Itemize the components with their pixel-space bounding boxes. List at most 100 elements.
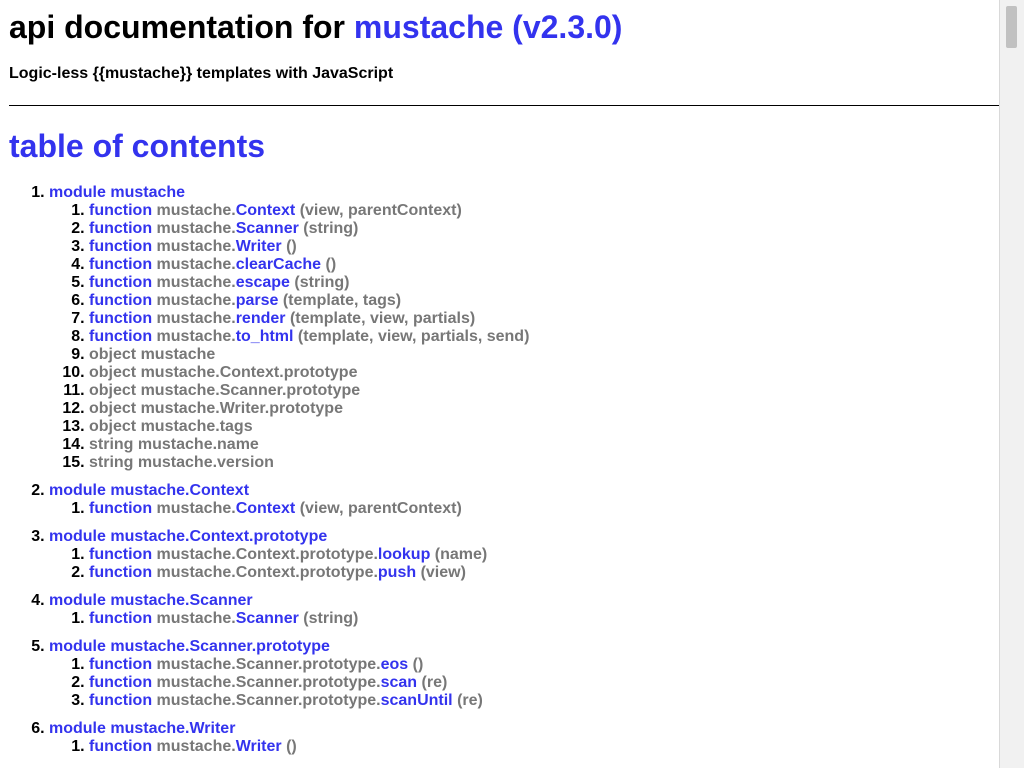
member-args: (template, view, partials) xyxy=(289,310,476,327)
member-args: (view, parentContext) xyxy=(299,500,462,517)
function-keyword-link[interactable]: function xyxy=(89,564,152,581)
function-keyword-link[interactable]: function xyxy=(89,738,152,755)
member-args: (name) xyxy=(434,546,488,563)
member-prefix: mustache. xyxy=(156,202,236,219)
function-keyword-link[interactable]: function xyxy=(89,546,152,563)
member-text: string mustache.name xyxy=(89,436,259,453)
function-keyword-link[interactable]: function xyxy=(89,310,152,327)
member-name-link[interactable]: lookup xyxy=(378,546,430,563)
toc-member: function mustache.Scanner (string) xyxy=(89,610,1000,628)
toc-member: function mustache.escape (string) xyxy=(89,274,1000,292)
member-name-link[interactable]: to_html xyxy=(236,328,294,345)
title-prefix: api documentation for xyxy=(9,9,354,45)
scrollbar-thumb[interactable] xyxy=(1006,6,1017,48)
function-keyword-link[interactable]: function xyxy=(89,274,152,291)
member-name-link[interactable]: Context xyxy=(236,500,296,517)
member-text: object mustache.Context.prototype xyxy=(89,364,358,381)
member-name-link[interactable]: parse xyxy=(236,292,279,309)
member-name-link[interactable]: Context xyxy=(236,202,296,219)
member-prefix: mustache. xyxy=(156,610,236,627)
toc-module: module mustache.Context.prototypefunctio… xyxy=(49,528,1000,582)
toc-member: string mustache.name xyxy=(89,436,1000,454)
toc-member: function mustache.Scanner (string) xyxy=(89,220,1000,238)
function-keyword-link[interactable]: function xyxy=(89,610,152,627)
toc-member: function mustache.clearCache () xyxy=(89,256,1000,274)
member-text: object mustache.Writer.prototype xyxy=(89,400,343,417)
member-name-link[interactable]: scanUntil xyxy=(381,692,453,709)
member-args: (string) xyxy=(294,274,350,291)
member-args: (re) xyxy=(457,692,483,709)
module-members-list: function mustache.Scanner (string) xyxy=(49,610,1000,628)
toc-module: module mustache.Scanner.prototypefunctio… xyxy=(49,638,1000,710)
toc-module: module mustache.Contextfunction mustache… xyxy=(49,482,1000,518)
function-keyword-link[interactable]: function xyxy=(89,500,152,517)
toc-module: module mustachefunction mustache.Context… xyxy=(49,184,1000,472)
toc-member: function mustache.Context.prototype.look… xyxy=(89,546,1000,564)
member-name-link[interactable]: push xyxy=(378,564,416,581)
member-prefix: mustache. xyxy=(156,220,236,237)
documentation-page: api documentation for mustache (v2.3.0) … xyxy=(9,0,1000,766)
member-name-link[interactable]: Writer xyxy=(236,738,282,755)
function-keyword-link[interactable]: function xyxy=(89,220,152,237)
member-prefix: mustache. xyxy=(156,238,236,255)
module-link[interactable]: module mustache.Context xyxy=(49,482,249,499)
member-name-link[interactable]: Scanner xyxy=(236,220,299,237)
member-args: (string) xyxy=(303,220,359,237)
page-title: api documentation for mustache (v2.3.0) xyxy=(9,9,1000,45)
member-prefix: mustache.Scanner.prototype. xyxy=(156,692,381,709)
member-name-link[interactable]: clearCache xyxy=(236,256,321,273)
divider xyxy=(9,105,1000,106)
function-keyword-link[interactable]: function xyxy=(89,328,152,345)
member-name-link[interactable]: Scanner xyxy=(236,610,299,627)
vertical-scrollbar[interactable] xyxy=(999,0,1024,768)
member-name-link[interactable]: eos xyxy=(381,656,409,673)
module-members-list: function mustache.Context.prototype.look… xyxy=(49,546,1000,582)
toc-member: function mustache.Writer () xyxy=(89,738,1000,756)
module-members-list: function mustache.Scanner.prototype.eos … xyxy=(49,656,1000,710)
toc-member: object mustache.Scanner.prototype xyxy=(89,382,1000,400)
member-args: () xyxy=(412,656,424,673)
function-keyword-link[interactable]: function xyxy=(89,256,152,273)
toc-member: object mustache.Context.prototype xyxy=(89,364,1000,382)
member-prefix: mustache.Scanner.prototype. xyxy=(156,674,381,691)
member-args: (template, view, partials, send) xyxy=(297,328,530,345)
member-prefix: mustache. xyxy=(156,310,236,327)
member-args: () xyxy=(286,738,297,755)
member-args: (re) xyxy=(421,674,448,691)
project-description: Logic-less {{mustache}} templates with J… xyxy=(9,65,394,82)
toc-list: module mustachefunction mustache.Context… xyxy=(9,184,1000,756)
member-name-link[interactable]: Writer xyxy=(236,238,282,255)
toc-member: function mustache.Context (view, parentC… xyxy=(89,202,1000,220)
member-args: (view) xyxy=(420,564,466,581)
module-link[interactable]: module mustache.Scanner.prototype xyxy=(49,638,330,655)
function-keyword-link[interactable]: function xyxy=(89,292,152,309)
member-name-link[interactable]: escape xyxy=(236,274,290,291)
member-text: object mustache xyxy=(89,346,216,363)
member-prefix: mustache. xyxy=(156,256,236,273)
member-text: string mustache.version xyxy=(89,454,274,471)
module-link[interactable]: module mustache.Writer xyxy=(49,720,235,737)
toc-module: module mustache.Scannerfunction mustache… xyxy=(49,592,1000,628)
member-name-link[interactable]: render xyxy=(236,310,286,327)
module-link[interactable]: module mustache xyxy=(49,184,185,201)
member-args: (string) xyxy=(303,610,359,627)
toc-member: function mustache.to_html (template, vie… xyxy=(89,328,1000,346)
member-text: object mustache.tags xyxy=(89,418,253,435)
function-keyword-link[interactable]: function xyxy=(89,692,152,709)
toc-heading: table of contents xyxy=(9,128,266,164)
member-name-link[interactable]: scan xyxy=(381,674,417,691)
project-link[interactable]: mustache (v2.3.0) xyxy=(354,9,623,45)
function-keyword-link[interactable]: function xyxy=(89,656,152,673)
function-keyword-link[interactable]: function xyxy=(89,202,152,219)
member-prefix: mustache.Context.prototype. xyxy=(156,546,378,563)
module-link[interactable]: module mustache.Context.prototype xyxy=(49,528,327,545)
toc-module: module mustache.Writerfunction mustache.… xyxy=(49,720,1000,756)
member-args: () xyxy=(286,238,297,255)
module-link[interactable]: module mustache.Scanner xyxy=(49,592,253,609)
toc-member: function mustache.Context (view, parentC… xyxy=(89,500,1000,518)
function-keyword-link[interactable]: function xyxy=(89,674,152,691)
member-args: () xyxy=(325,256,337,273)
module-members-list: function mustache.Writer () xyxy=(49,738,1000,756)
member-prefix: mustache. xyxy=(156,274,236,291)
function-keyword-link[interactable]: function xyxy=(89,238,152,255)
